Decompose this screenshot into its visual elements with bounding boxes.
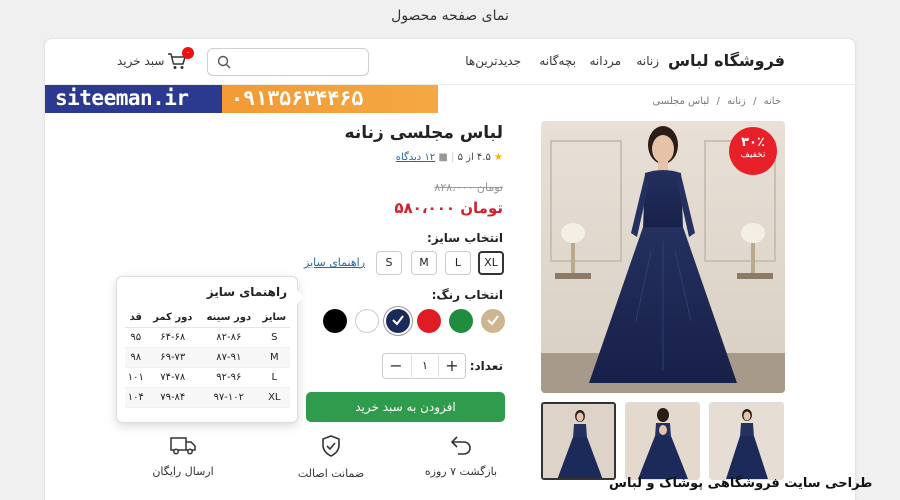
breadcrumb-women[interactable]: زنانه [727,96,746,107]
truck-icon [170,437,196,455]
nav-link-men[interactable]: مردانه [590,54,622,68]
search-icon [217,55,231,69]
quantity-label: تعداد: [469,359,503,373]
size-guide-title: راهنمای سایز [206,285,287,299]
comment-icon: ■ [438,152,448,163]
table-row: XL ۹۷-۱۰۲ ۷۹-۸۴ ۱۰۴ [125,387,290,408]
discount-percent: ۳۰٪ [741,135,765,150]
table-cell: ۸۲-۸۶ [198,327,259,348]
breadcrumb: خانه / زنانه / لباس مجلسی [652,96,781,107]
product-rating: ★ ۴.۵ از ۵ | ■ ۱۲ دیدگاه [395,152,503,163]
discount-badge: ۳۰٪ تخفیف [729,127,777,175]
table-cell: ۹۲-۹۶ [198,367,259,388]
color-swatch-beige[interactable] [481,309,505,333]
color-swatch-black[interactable] [323,309,347,333]
table-header: دور سینه [198,308,259,328]
size-guide-popup: راهنمای سایز سایز دور سینه دور کمر قد S … [116,276,304,423]
table-row: S ۸۲-۸۶ ۶۴-۶۸ ۹۵ [125,327,290,348]
site-header: فروشگاه لباس زنانه مردانه بچه‌گانه جدیدت… [45,39,857,85]
feature-authenticity-label: ضمانت اصالت [297,467,365,480]
table-cell: ۱۰۴ [125,387,147,408]
table-cell: ۸۷-۹۱ [198,347,259,368]
table-cell: ۶۹-۷۳ [146,347,199,368]
color-section-label: انتخاب رنگ: [431,288,503,302]
banner-domain: siteeman.ir [55,86,189,110]
quantity-decrease-button[interactable]: − [385,355,407,377]
table-cell: L [258,367,290,388]
size-option-s[interactable]: S [376,251,402,275]
size-option-xl[interactable]: XL [478,251,504,275]
store-logo[interactable]: فروشگاه لباس [668,51,785,70]
feature-return: بازگشت ۷ روزه [411,434,511,479]
table-cell: ۹۵ [125,327,147,348]
table-header: قد [125,308,147,328]
breadcrumb-current: لباس مجلسی [652,96,710,107]
promo-banner: siteeman.ir ۰۹۱۳۵۶۳۴۴۶۵ [45,85,438,113]
table-cell: ۹۸ [125,347,147,368]
breadcrumb-home[interactable]: خانه [764,96,781,107]
table-row: L ۹۲-۹۶ ۷۴-۷۸ ۱۰۱ [125,367,290,388]
table-cell: ۹۷-۱۰۲ [198,387,259,408]
quantity-stepper: − ۱ + [382,353,466,379]
nav-link-women[interactable]: زنانه [636,54,659,68]
thumbnail-2[interactable] [625,402,700,480]
discount-label: تخفیف [740,150,766,160]
table-cell: ۶۴-۶۸ [146,327,199,348]
feature-shipping-label: ارسال رایگان [152,465,214,478]
color-swatch-navy[interactable] [386,309,410,333]
nav-link-newest[interactable]: جدیدترین‌ها [465,54,521,68]
quantity-input[interactable]: ۱ [411,355,439,377]
star-icon: ★ [494,152,503,163]
color-swatch-red[interactable] [417,309,441,333]
feature-return-label: بازگشت ۷ روزه [424,465,498,478]
cart-count-badge: ۰ [182,47,194,59]
size-section-label: انتخاب سایز: [427,231,503,245]
check-icon [487,315,499,326]
thumbnail-image [543,404,614,478]
page-caption: نمای صفحه محصول [391,8,509,24]
color-swatch-white[interactable] [355,309,379,333]
banner-phone: ۰۹۱۳۵۶۳۴۴۶۵ [231,86,364,110]
size-option-m[interactable]: M [411,251,437,275]
return-icon [451,436,471,455]
rating-score: ۴.۵ از ۵ [457,152,491,163]
thumbnail-3[interactable] [709,402,784,480]
table-header: دور کمر [146,308,199,328]
reviews-link[interactable]: ۱۲ دیدگاه [396,152,435,163]
feature-free-shipping: ارسال رایگان [133,434,233,479]
sale-price: ۵۸۰،۰۰۰ تومان [394,199,503,217]
product-title: لباس مجلسی زنانه [344,123,503,143]
table-row: M ۸۷-۹۱ ۶۹-۷۳ ۹۸ [125,347,290,368]
size-guide-link[interactable]: راهنمای سایز [304,256,365,269]
table-cell: ۱۰۱ [125,367,147,388]
search-input[interactable] [207,48,369,76]
watermark-caption: طراحی سایت فروشگاهی پوشاک و لباس [609,476,873,491]
shield-check-icon [322,435,340,457]
table-cell: S [258,327,290,348]
table-cell: ۷۹-۸۴ [146,387,199,408]
old-price: ۸۲۸،۰۰۰ تومان [434,181,503,194]
size-guide-table: سایز دور سینه دور کمر قد S ۸۲-۸۶ ۶۴-۶۸ ۹… [125,308,290,408]
table-cell: M [258,347,290,368]
thumbnail-1[interactable] [541,402,616,480]
check-icon [392,315,404,326]
thumbnail-image [710,403,783,479]
color-swatch-green[interactable] [449,309,473,333]
cart-label[interactable]: سبد خرید [117,54,164,68]
table-cell: ۷۴-۷۸ [146,367,199,388]
table-cell: XL [258,387,290,408]
table-header: سایز [258,308,290,328]
product-page-card: فروشگاه لباس زنانه مردانه بچه‌گانه جدیدت… [44,38,857,500]
nav-link-kids[interactable]: بچه‌گانه [539,54,576,68]
feature-authenticity: ضمانت اصالت [281,434,381,481]
size-option-l[interactable]: L [445,251,471,275]
quantity-increase-button[interactable]: + [441,355,463,377]
add-to-cart-button[interactable]: افزودن به سبد خرید [306,392,505,422]
thumbnail-image [626,403,699,479]
